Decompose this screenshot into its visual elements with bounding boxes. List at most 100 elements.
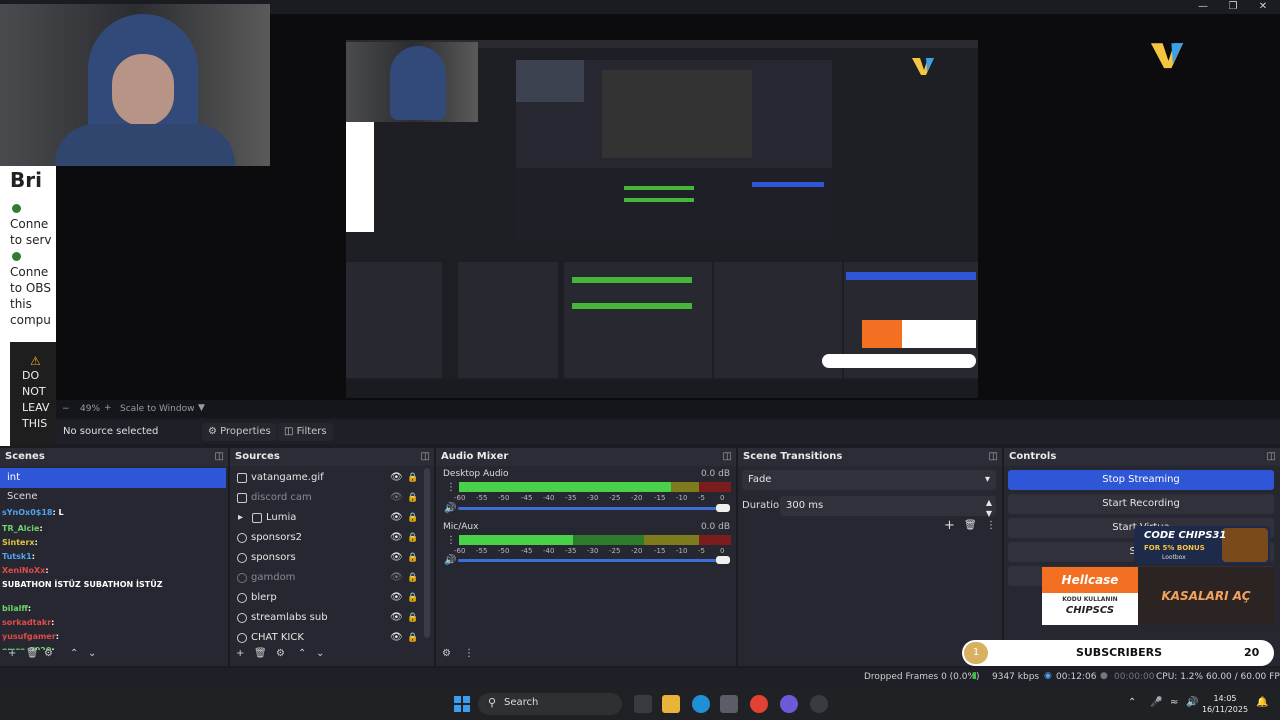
lock-icon[interactable]: 🔒 xyxy=(407,508,418,528)
windows-start-icon[interactable] xyxy=(454,696,470,712)
chat-msg: SUBATHON İSTÜZ SUBATHON İSTÜZ xyxy=(2,580,163,589)
scale-tick-label: -30 xyxy=(587,547,599,555)
source-item[interactable]: blerp 👁 🔒 xyxy=(230,588,422,608)
eye-icon[interactable]: 👁 xyxy=(390,468,403,488)
source-label: CHAT KICK xyxy=(251,632,304,643)
close-icon[interactable]: ✕ xyxy=(1248,0,1278,14)
taskbar-search[interactable]: ⚲ Search xyxy=(478,693,622,715)
source-item[interactable]: streamlabs sub 👁 🔒 xyxy=(230,608,422,628)
volume-slider[interactable] xyxy=(458,507,728,510)
lock-icon[interactable]: 🔒 xyxy=(407,628,418,648)
move-up-icon[interactable]: ⌃ xyxy=(70,648,78,659)
restore-icon[interactable]: ❐ xyxy=(1218,0,1248,14)
volume-icon[interactable]: 🔊 xyxy=(1186,697,1198,708)
task-view-icon[interactable] xyxy=(634,695,652,713)
kebab-menu-icon[interactable]: ⋮ xyxy=(446,482,456,493)
source-item[interactable]: sponsors2 👁 🔒 xyxy=(230,528,422,548)
undock-icon[interactable]: ◫ xyxy=(421,448,430,466)
trash-icon[interactable]: 🗑 xyxy=(964,520,977,531)
dock-title: Sources xyxy=(235,451,280,462)
move-down-icon[interactable]: ⌄ xyxy=(316,648,324,659)
edge-browser-icon[interactable] xyxy=(692,695,710,713)
add-icon[interactable]: + xyxy=(944,518,955,533)
scrollbar[interactable] xyxy=(424,468,430,638)
start-recording-button[interactable]: Start Recording xyxy=(1008,494,1274,514)
eye-hidden-icon[interactable]: 👁 xyxy=(390,488,403,508)
lock-icon[interactable]: 🔒 xyxy=(407,468,418,488)
chevron-right-icon[interactable]: ▸ xyxy=(238,508,243,528)
undock-icon[interactable]: ◫ xyxy=(215,448,224,466)
move-down-icon[interactable]: ⌄ xyxy=(88,648,96,659)
kebab-menu-icon[interactable]: ⋮ xyxy=(464,648,474,659)
volume-knob[interactable] xyxy=(716,556,730,564)
kebab-menu-icon[interactable]: ⋮ xyxy=(986,520,996,531)
transition-select[interactable]: Fade ▾ xyxy=(742,470,996,490)
add-icon[interactable]: + xyxy=(8,648,16,659)
dock-header: Sources ◫ xyxy=(230,448,434,466)
wifi-icon[interactable]: ≈ xyxy=(1170,697,1178,708)
record-time: 00:00:00 xyxy=(1114,672,1155,682)
trash-icon[interactable]: 🗑 xyxy=(26,648,39,659)
filters-label: Filters xyxy=(296,426,327,437)
lock-icon[interactable]: 🔒 xyxy=(407,548,418,568)
eye-icon[interactable]: 👁 xyxy=(390,508,403,528)
properties-button[interactable]: ⚙ Properties xyxy=(202,423,277,441)
kebab-menu-icon[interactable]: ⋮ xyxy=(446,535,456,546)
undock-icon[interactable]: ◫ xyxy=(723,448,732,466)
lock-icon[interactable]: 🔒 xyxy=(407,588,418,608)
zoom-out-icon[interactable]: − xyxy=(62,404,70,414)
chevron-down-icon[interactable]: ▼ xyxy=(198,403,205,413)
store-icon[interactable] xyxy=(720,695,738,713)
eye-icon[interactable]: 👁 xyxy=(390,548,403,568)
eye-icon[interactable]: 👁 xyxy=(390,628,403,648)
notification-icon[interactable]: 🔔 xyxy=(1256,697,1268,708)
filters-button[interactable]: ◫ Filters xyxy=(278,423,333,441)
lock-icon[interactable]: 🔒 xyxy=(407,568,418,588)
duration-input[interactable]: 300 ms ▲ ▼ xyxy=(780,496,996,518)
trash-icon[interactable]: 🗑 xyxy=(254,648,267,659)
speaker-icon[interactable]: 🔊 xyxy=(444,555,456,566)
hellcase-cta: KASALARI AÇ xyxy=(1138,567,1274,625)
lock-icon[interactable]: 🔒 xyxy=(407,608,418,628)
eye-icon[interactable]: 👁 xyxy=(390,588,403,608)
source-item[interactable]: gamdom 👁 🔒 xyxy=(230,568,422,588)
scale-tick-label: -40 xyxy=(543,494,555,502)
eye-icon[interactable]: 👁 xyxy=(390,528,403,548)
chrome-icon[interactable] xyxy=(750,695,768,713)
browser-icon xyxy=(237,573,247,583)
move-up-icon[interactable]: ⌃ xyxy=(298,648,306,659)
volume-slider[interactable] xyxy=(458,559,728,562)
discord-icon[interactable] xyxy=(780,695,798,713)
taskbar-clock[interactable]: 14:05 16/11/2025 xyxy=(1200,693,1250,715)
no-source-label: No source selected xyxy=(63,426,159,437)
minimize-icon[interactable]: — xyxy=(1188,0,1218,14)
add-icon[interactable]: + xyxy=(236,648,244,659)
stream-time: 00:12:06 xyxy=(1056,672,1097,682)
source-item[interactable]: sponsors 👁 🔒 xyxy=(230,548,422,568)
volume-knob[interactable] xyxy=(716,504,730,512)
zoom-in-icon[interactable]: + xyxy=(104,403,112,413)
chat-msg: : xyxy=(31,552,35,561)
lock-icon[interactable]: 🔒 xyxy=(407,488,418,508)
chat-user: Tutsk1 xyxy=(2,552,32,561)
scene-item-int[interactable]: int xyxy=(0,468,226,488)
undock-icon[interactable]: ◫ xyxy=(1267,448,1276,466)
eye-hidden-icon[interactable]: 👁 xyxy=(390,568,403,588)
source-group[interactable]: ▸ Lumia 👁 🔒 xyxy=(230,508,422,528)
scale-mode[interactable]: Scale to Window xyxy=(120,404,194,414)
lock-icon[interactable]: 🔒 xyxy=(407,528,418,548)
speaker-icon[interactable]: 🔊 xyxy=(444,503,456,514)
stop-streaming-button[interactable]: Stop Streaming xyxy=(1008,470,1274,490)
source-item[interactable]: CHAT KICK 👁 🔒 xyxy=(230,628,422,648)
advanced-audio-icon[interactable]: ⚙ xyxy=(442,648,451,659)
obs-icon[interactable] xyxy=(810,695,828,713)
chevron-up-icon[interactable]: ⌃ xyxy=(1128,697,1136,708)
source-item[interactable]: discord cam 👁 🔒 xyxy=(230,488,422,508)
eye-icon[interactable]: 👁 xyxy=(390,608,403,628)
source-item[interactable]: vatangame.gif 👁 🔒 xyxy=(230,468,422,488)
file-explorer-icon[interactable] xyxy=(662,695,680,713)
gear-icon[interactable]: ⚙ xyxy=(44,648,53,659)
gear-icon[interactable]: ⚙ xyxy=(276,648,285,659)
microphone-icon[interactable]: 🎤 xyxy=(1150,697,1162,708)
undock-icon[interactable]: ◫ xyxy=(989,448,998,466)
